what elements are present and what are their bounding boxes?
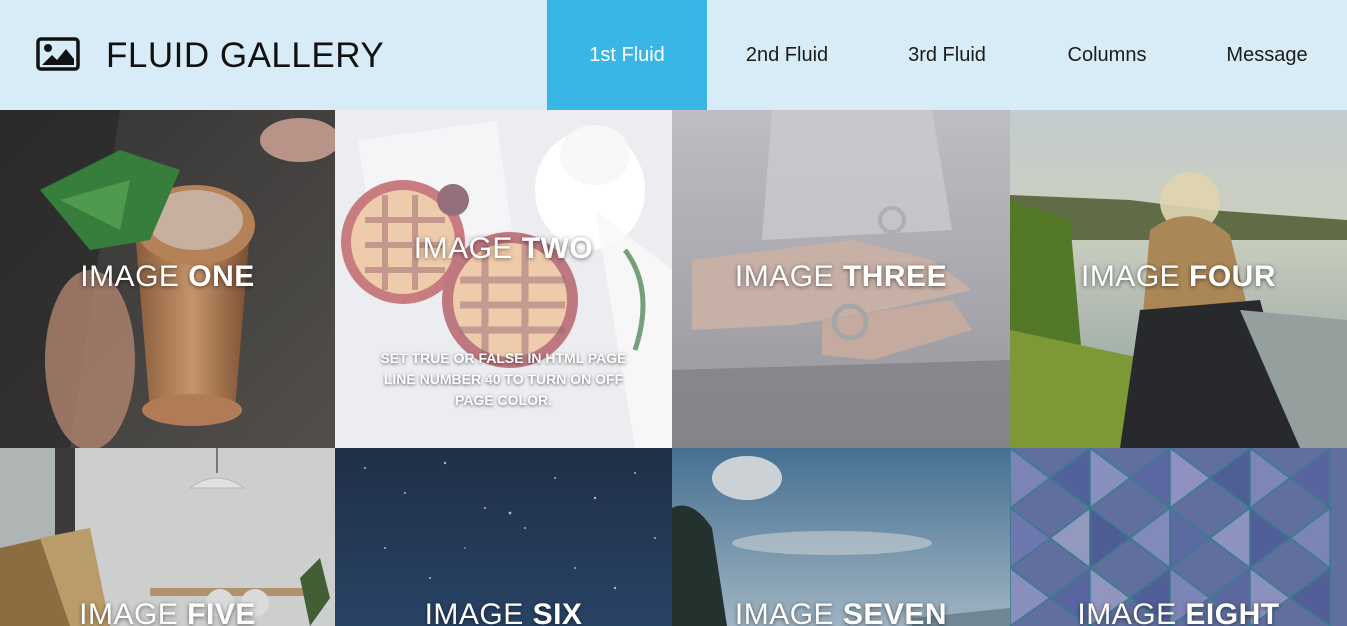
gallery-tile-three[interactable]: IMAGE THREE <box>672 110 1010 448</box>
brand-title: FLUID GALLERY <box>106 36 385 75</box>
nav-item-message[interactable]: Message <box>1187 0 1347 110</box>
gallery-tile-seven[interactable]: IMAGE SEVEN <box>672 448 1010 626</box>
gallery-tile-two[interactable]: IMAGE TWO SET TRUE OR FALSE IN HTML PAGE… <box>335 110 672 448</box>
main-nav: 1st Fluid 2nd Fluid 3rd Fluid Columns Me… <box>547 0 1347 110</box>
tile-caption: IMAGE SEVEN <box>734 598 948 626</box>
tile-note: SET TRUE OR FALSE IN HTML PAGE LINE NUMB… <box>380 350 627 408</box>
tile-caption: IMAGE THREE <box>734 260 948 293</box>
header: FLUID GALLERY 1st Fluid 2nd Fluid 3rd Fl… <box>0 0 1347 110</box>
gallery-tile-eight[interactable]: IMAGE EIGHT <box>1010 448 1347 626</box>
tile-caption: IMAGE ONE <box>80 260 255 293</box>
gallery-tile-four[interactable]: IMAGE FOUR <box>1010 110 1347 448</box>
gallery-tile-five[interactable]: IMAGE FIVE <box>0 448 335 626</box>
gallery-tile-one[interactable]: IMAGE ONE <box>0 110 335 448</box>
nav-item-3rd-fluid[interactable]: 3rd Fluid <box>867 0 1027 110</box>
image-icon <box>36 37 80 71</box>
nav-item-1st-fluid[interactable]: 1st Fluid <box>547 0 707 110</box>
tile-caption: IMAGE SIX <box>424 598 583 626</box>
nav-item-2nd-fluid[interactable]: 2nd Fluid <box>707 0 867 110</box>
tile-caption: IMAGE FIVE <box>79 598 256 626</box>
nav-item-columns[interactable]: Columns <box>1027 0 1187 110</box>
gallery-grid: IMAGE ONE IMAGE TWO SET TRUE OR FALSE IN… <box>0 110 1347 626</box>
tile-caption: IMAGE TWO <box>413 232 594 265</box>
tile-caption: IMAGE FOUR <box>1080 260 1276 293</box>
gallery-tile-six[interactable]: IMAGE SIX <box>335 448 672 626</box>
tile-caption: IMAGE EIGHT <box>1077 598 1280 626</box>
